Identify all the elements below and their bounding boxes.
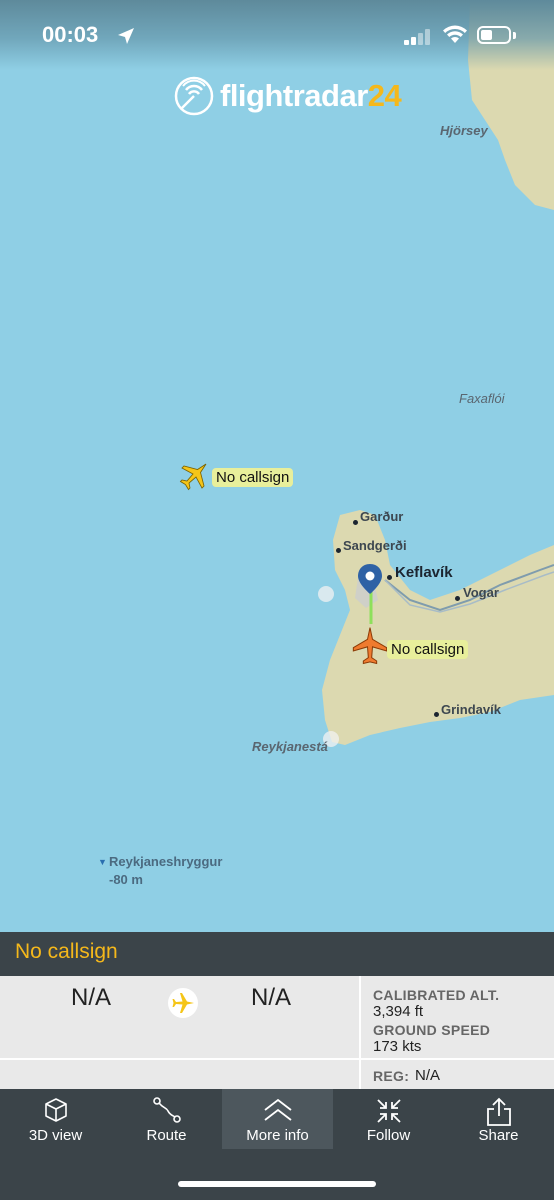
flight-info-header[interactable]: No callsign [0,932,554,976]
flight-details-panel[interactable]: N/A N/A CALIBRATED ALT. 3,394 ft GROUND … [0,976,554,1089]
route-icon [152,1097,181,1123]
destination-airport: N/A [251,984,292,1011]
calibrated-alt-label: CALIBRATED ALT. [373,987,500,1003]
aircraft-label[interactable]: No callsign [212,468,294,487]
place-hjorsey: Hjörsey [440,123,488,138]
tab-follow[interactable]: Follow [333,1089,444,1149]
battery-tip [513,32,516,39]
app-logo: flightradar24 [174,76,402,116]
place-grindavik: Grindavík [441,702,501,717]
tab-label: More info [246,1127,309,1144]
status-bar: 00:03 [0,0,554,70]
tab-3d-view[interactable]: 3D view [0,1089,111,1149]
tab-label: Share [478,1127,519,1144]
place-dot [353,520,358,525]
place-reykjaneshryggur: Reykjaneshryggur [109,854,223,869]
depth-marker-icon: ▼ [98,857,107,867]
route-plane-badge [168,988,198,1018]
tab-label: 3D view [28,1127,83,1144]
wifi-icon [443,25,467,43]
map-view[interactable]: No callsign No callsign Hjörsey Faxaflói… [0,0,554,932]
place-dot [387,575,392,580]
location-arrow-icon [118,28,134,44]
tab-label: Route [146,1127,187,1144]
place-dot [455,596,460,601]
tab-share[interactable]: Share [443,1089,554,1149]
place-vogar: Vogar [463,585,499,600]
place-keflavik: Keflavík [395,564,453,581]
aircraft-icon[interactable] [178,458,212,492]
airplane-icon [172,993,194,1013]
map-land [318,0,554,747]
follow-arrows-icon [376,1099,401,1123]
cube-icon [44,1098,67,1122]
reg-value: N/A [415,1067,441,1084]
logo-wordmark: flightradar24 [220,78,402,113]
place-faxafloi: Faxaflói [459,391,505,406]
ground-speed-value: 173 kts [373,1038,422,1055]
place-reykjanesta: Reykjanestá [252,739,328,754]
place-gardur: Garður [360,509,404,524]
selected-aircraft-icon[interactable] [350,626,390,666]
tab-more-info[interactable]: More info [222,1089,333,1149]
selected-aircraft-label[interactable]: No callsign [387,640,469,659]
place-dot [434,712,439,717]
chevron-up-icon [263,1098,292,1121]
status-time: 00:03 [42,22,99,47]
panel-divider [359,976,361,1089]
ground-speed-label: GROUND SPEED [373,1022,491,1038]
panel-divider [0,1058,554,1060]
origin-airport: N/A [71,984,112,1011]
battery-icon [477,26,511,44]
cellular-signal-icon [404,29,430,45]
place-dot [336,548,341,553]
depth-label: -80 m [109,872,143,887]
calibrated-alt-value: 3,394 ft [373,1003,424,1020]
radar-logo-icon [174,76,214,116]
home-indicator[interactable] [178,1181,376,1187]
share-icon [486,1097,511,1126]
selected-callsign: No callsign [15,940,118,963]
tab-route[interactable]: Route [111,1089,222,1149]
place-sandgerdi: Sandgerði [343,538,407,553]
tab-label: Follow [366,1127,411,1144]
reg-label: REG: [373,1068,410,1084]
